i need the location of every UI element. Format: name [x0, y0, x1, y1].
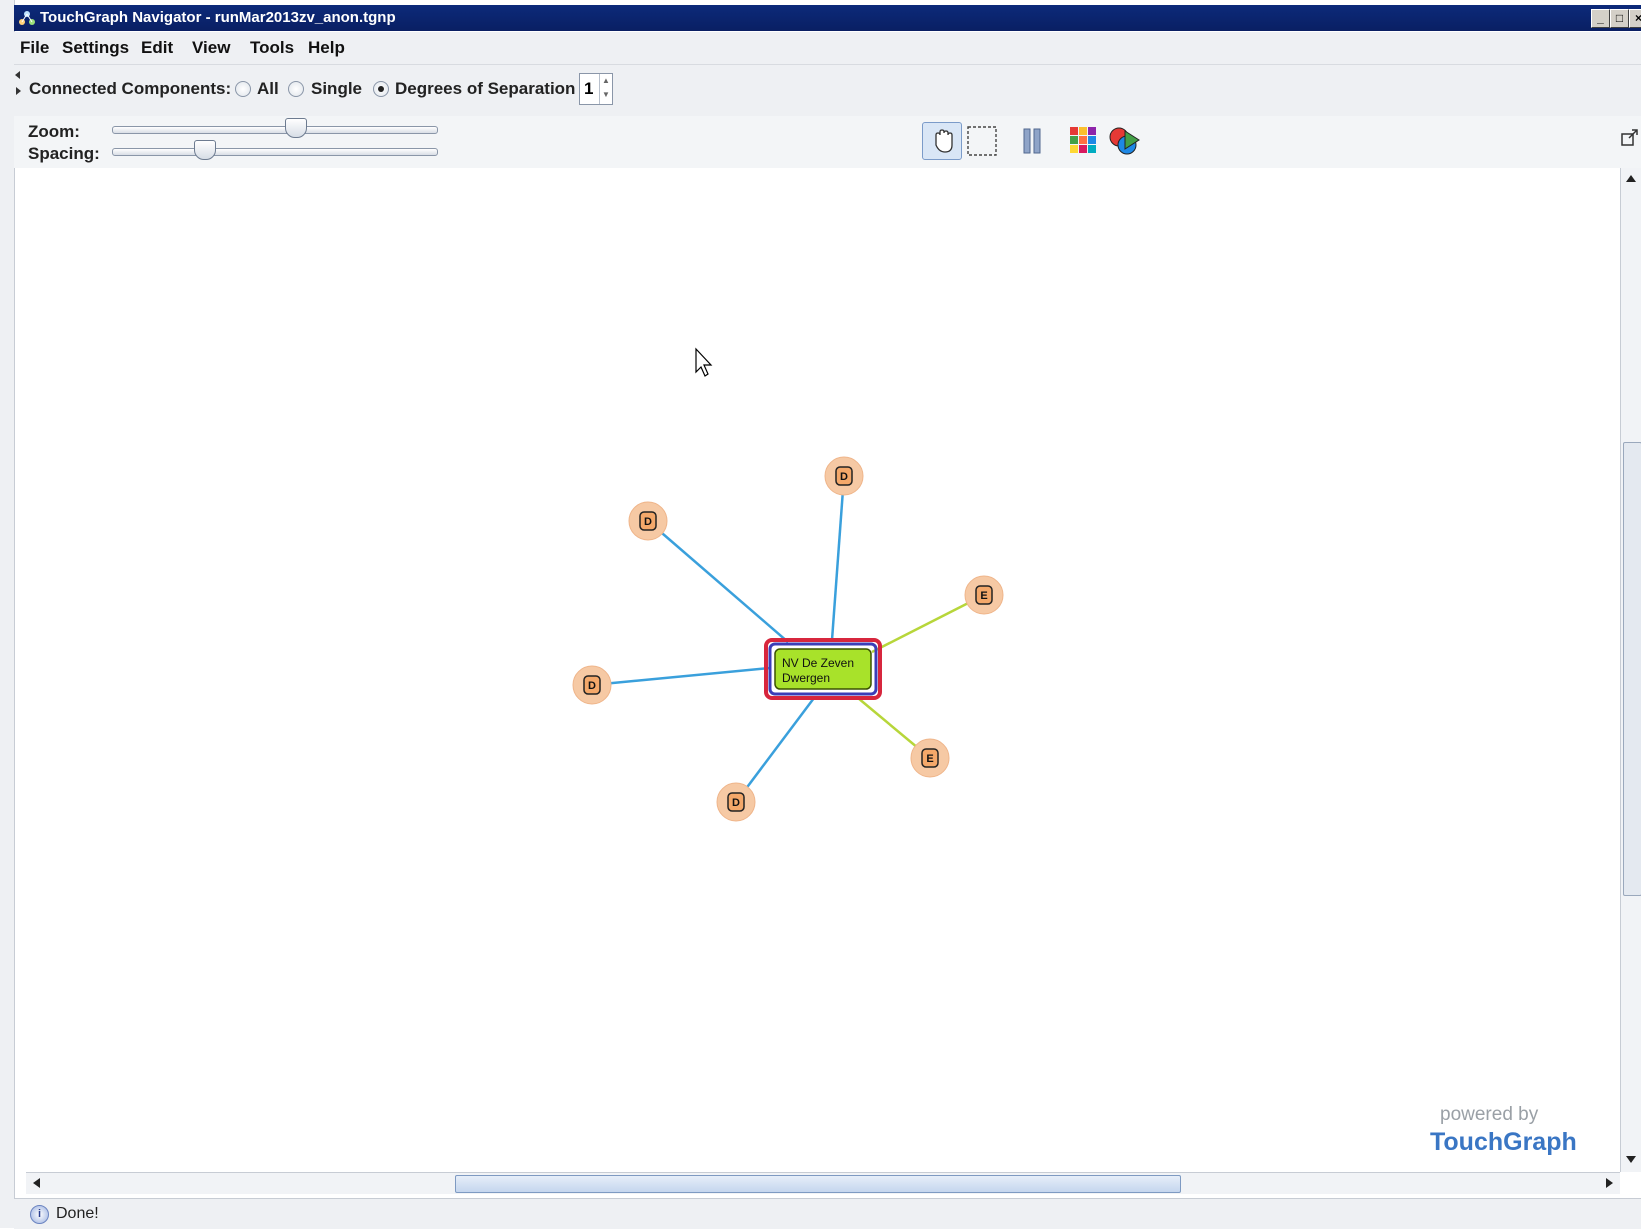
color-grid-tool-button[interactable] — [1063, 122, 1103, 160]
graph-edge[interactable] — [830, 475, 846, 641]
radio-all[interactable] — [235, 81, 251, 97]
powered-by-text: powered by — [1440, 1104, 1539, 1125]
left-gutter — [0, 0, 15, 1228]
graph-node-d[interactable]: D — [572, 665, 612, 705]
hand-icon — [935, 129, 953, 153]
horizontal-scroll-thumb[interactable] — [455, 1175, 1181, 1193]
scroll-right-icon[interactable] — [1604, 1177, 1614, 1189]
marquee-select-icon — [967, 126, 997, 156]
center-node[interactable]: NV De Zeven Dwergen — [764, 638, 882, 700]
radio-degrees-label[interactable]: Degrees of Separation — [395, 79, 575, 99]
center-node-label-line1: NV De Zeven — [782, 656, 854, 670]
touchgraph-logo[interactable]: TouchGraph — [1430, 1128, 1577, 1157]
collapse-arrows-icon[interactable] — [14, 69, 22, 99]
menu-bar: File Settings Edit View Tools Help — [14, 32, 1641, 64]
title-bar: TouchGraph Navigator - runMar2013zv_anon… — [14, 5, 1641, 31]
horizontal-scrollbar[interactable] — [26, 1172, 1620, 1194]
graph-svg[interactable]: D D E D E D NV De Zeven Dwergen — [26, 168, 1620, 1172]
radio-single-label[interactable]: Single — [311, 79, 362, 99]
zoom-label: Zoom: — [28, 122, 80, 141]
zoom-slider-thumb[interactable] — [285, 118, 308, 138]
color-shapes-icon — [1109, 127, 1140, 155]
radio-degrees-of-separation[interactable] — [373, 81, 389, 97]
spinner-arrows-icon[interactable]: ▲ ▼ — [599, 74, 612, 104]
pause-icon — [1023, 128, 1041, 154]
vertical-scroll-thumb[interactable] — [1623, 442, 1641, 896]
graph-node-label: D — [840, 471, 848, 483]
status-bar: i Done! — [14, 1198, 1641, 1229]
menu-settings[interactable]: Settings — [62, 38, 129, 58]
mouse-cursor-icon — [695, 347, 713, 377]
scroll-down-icon[interactable] — [1625, 1154, 1637, 1164]
detach-panel-icon[interactable] — [1620, 128, 1640, 148]
center-node-label-line2: Dwergen — [782, 671, 830, 685]
spacing-slider-track[interactable] — [112, 148, 438, 156]
radio-all-label[interactable]: All — [257, 79, 279, 99]
info-icon: i — [30, 1205, 49, 1224]
window-title: TouchGraph Navigator - runMar2013zv_anon… — [40, 9, 396, 26]
graph-edge[interactable] — [647, 520, 789, 643]
vertical-scrollbar[interactable] — [1620, 168, 1641, 1172]
menu-help[interactable]: Help — [308, 38, 345, 58]
menu-edit[interactable]: Edit — [141, 38, 173, 58]
graph-node-label: E — [980, 590, 987, 602]
degrees-spinner[interactable]: 1 ▲ ▼ — [579, 73, 613, 105]
menu-file[interactable]: File — [20, 38, 49, 58]
menu-tools[interactable]: Tools — [250, 38, 294, 58]
select-rect-tool-button[interactable] — [962, 122, 1002, 160]
graph-node-label: D — [644, 516, 652, 528]
graph-node-e[interactable]: E — [964, 575, 1004, 615]
minimize-button[interactable]: _ — [1591, 9, 1610, 28]
scroll-up-icon[interactable] — [1625, 174, 1637, 184]
app-icon — [19, 11, 35, 25]
scroll-left-icon[interactable] — [32, 1177, 42, 1189]
pause-tool-button[interactable] — [1012, 122, 1052, 160]
color-grid-icon — [1070, 127, 1096, 153]
spacing-label: Spacing: — [28, 144, 100, 163]
connected-components-label: Connected Components: — [29, 79, 232, 98]
graph-canvas[interactable]: D D E D E D NV De Zeven Dwergen — [26, 168, 1620, 1172]
graph-node-d[interactable]: D — [716, 782, 756, 822]
graph-node-label: D — [588, 680, 596, 692]
spacing-slider-thumb[interactable] — [194, 140, 217, 160]
graph-node-e[interactable]: E — [910, 738, 950, 778]
degrees-value[interactable]: 1 — [584, 79, 593, 99]
maximize-button[interactable]: □ — [1610, 9, 1629, 28]
connected-components-toolbar: Connected Components: All Single Degrees… — [14, 64, 1641, 117]
zoom-spacing-toolbar: Zoom: Spacing: — [14, 116, 1641, 168]
hand-tool-button[interactable] — [922, 122, 962, 160]
graph-node-label: D — [732, 797, 740, 809]
zoom-slider-track[interactable] — [112, 126, 438, 134]
color-shapes-tool-button[interactable] — [1104, 122, 1144, 160]
graph-node-label: E — [926, 753, 933, 765]
graph-edge[interactable] — [591, 666, 771, 687]
menu-view[interactable]: View — [192, 38, 230, 58]
graph-node-d[interactable]: D — [628, 501, 668, 541]
radio-single[interactable] — [288, 81, 304, 97]
graph-node-d[interactable]: D — [824, 456, 864, 496]
status-text: Done! — [56, 1205, 99, 1222]
close-button[interactable]: × — [1629, 9, 1641, 28]
